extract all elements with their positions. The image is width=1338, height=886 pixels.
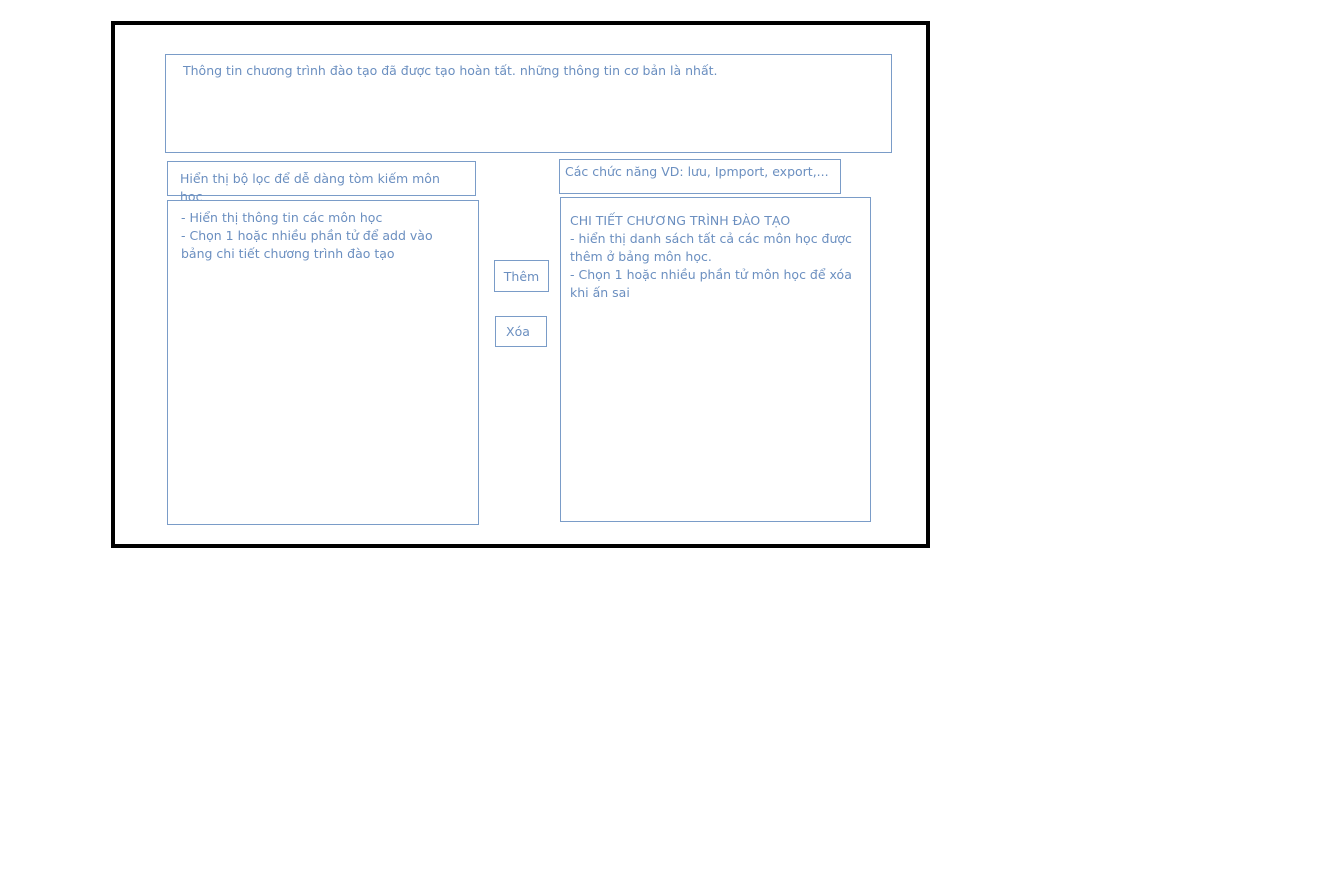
program-detail-title: CHI TIẾT CHƯƠNG TRÌNH ĐÀO TẠO — [570, 213, 791, 228]
program-detail-text: - hiển thị danh sách tất cả các môn học … — [570, 231, 852, 300]
functions-box[interactable]: Các chức năng VD: lưu, Ipmport, export,.… — [559, 159, 841, 194]
functions-text: Các chức năng VD: lưu, Ipmport, export,.… — [565, 164, 829, 179]
add-button[interactable]: Thêm — [494, 260, 549, 292]
subjects-panel[interactable]: - Hiển thị thông tin các môn học - Chọn … — [167, 200, 479, 525]
program-info-text: Thông tin chương trình đào tạo đã được t… — [183, 63, 718, 78]
delete-button[interactable]: Xóa — [495, 316, 547, 347]
program-detail-panel[interactable]: CHI TIẾT CHƯƠNG TRÌNH ĐÀO TẠO - hiển thị… — [560, 197, 871, 522]
filter-box[interactable]: Hiển thị bộ lọc để dễ dàng tòm kiếm môn … — [167, 161, 476, 204]
program-info-box: Thông tin chương trình đào tạo đã được t… — [165, 54, 892, 153]
